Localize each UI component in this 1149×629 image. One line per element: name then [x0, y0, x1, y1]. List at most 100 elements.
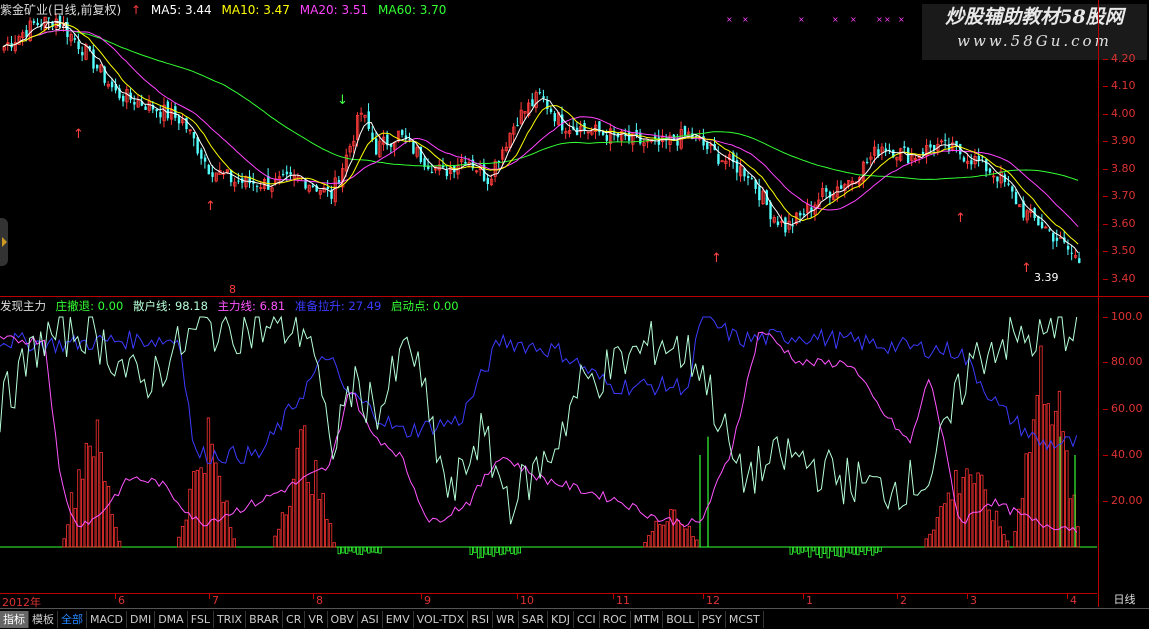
- candle: [546, 95, 549, 115]
- date-label: 11: [613, 594, 630, 607]
- candle: [162, 97, 166, 128]
- candle: [884, 142, 888, 157]
- candle: [806, 198, 810, 219]
- tab-dma[interactable]: DMA: [155, 610, 188, 628]
- date-label: 6: [115, 594, 125, 607]
- main-force-line: [0, 331, 1078, 533]
- ma20-line: [2, 29, 1079, 228]
- indicator-legend: 发现主力 庄撤退: 0.00 散户线: 98.18 主力线: 6.81 准备拉升…: [0, 299, 465, 313]
- tab-obv[interactable]: OBV: [328, 610, 358, 628]
- tab-roc[interactable]: ROC: [600, 610, 631, 628]
- volume-bar: [976, 472, 980, 548]
- tab-macd[interactable]: MACD: [87, 610, 127, 628]
- volume-bar: [84, 442, 88, 548]
- candle: [668, 132, 672, 153]
- neg-bar: [499, 546, 503, 556]
- candle: [367, 103, 370, 132]
- tab-fsl[interactable]: FSL: [188, 610, 214, 628]
- x-marker-icon: ×: [884, 15, 891, 24]
- neg-bar: [811, 546, 816, 552]
- period-selector[interactable]: 日线: [1098, 593, 1149, 607]
- indicator-tick: 100.0: [1103, 310, 1143, 323]
- tab-rsi[interactable]: RSI: [468, 610, 494, 628]
- legend-prepare-rise: 准备拉升: 27.49: [294, 299, 382, 313]
- volume-bar: [946, 492, 951, 548]
- candle: [348, 143, 352, 158]
- candle: [1052, 230, 1055, 250]
- neg-bar: [815, 546, 819, 556]
- tab-asi[interactable]: ASI: [358, 610, 383, 628]
- volume-bar: [284, 514, 288, 548]
- volume-bar: [998, 526, 1002, 548]
- candle: [895, 156, 899, 168]
- indicator-chart[interactable]: [0, 297, 1097, 593]
- candle: [181, 114, 185, 126]
- neg-bar: [341, 546, 345, 554]
- candle: [516, 117, 519, 127]
- tab-psy[interactable]: PSY: [699, 610, 726, 628]
- tab-mtm[interactable]: MTM: [631, 610, 664, 628]
- candle: [925, 138, 929, 164]
- price-tick: 3.60: [1103, 217, 1144, 230]
- tab-模板[interactable]: 模板: [29, 610, 58, 628]
- neg-bar: [514, 546, 518, 555]
- candle: [791, 218, 795, 234]
- volume-bar: [1054, 410, 1058, 548]
- x-marker-icon: ×: [850, 15, 857, 24]
- expand-panel-button[interactable]: [0, 218, 8, 266]
- candle: [486, 173, 489, 191]
- tab-vr[interactable]: VR: [305, 610, 328, 628]
- candle: [207, 163, 210, 175]
- candle: [1018, 204, 1022, 208]
- candle: [453, 165, 456, 179]
- date-axis: 2012年 6 7 8 9 10 11 12 1 2 3 4: [0, 593, 1097, 609]
- neg-bar: [848, 546, 853, 554]
- tab-emv[interactable]: EMV: [383, 610, 414, 628]
- retail-line: [0, 315, 1078, 525]
- neg-bar: [370, 546, 375, 553]
- tab-wr[interactable]: WR: [493, 610, 519, 628]
- tab-全部[interactable]: 全部: [58, 610, 87, 628]
- neg-bar: [856, 546, 860, 556]
- tab-mcst[interactable]: MCST: [726, 610, 764, 628]
- neg-bar: [337, 546, 341, 555]
- candle: [270, 185, 274, 199]
- tab-dmi[interactable]: DMI: [127, 610, 156, 628]
- volume-bar: [1024, 453, 1028, 548]
- candle: [1055, 229, 1059, 247]
- candle: [307, 184, 311, 194]
- stock-title: 紫金矿业(日线,前复权): [0, 3, 122, 17]
- neg-bar: [800, 546, 804, 553]
- tab-boll[interactable]: BOLL: [663, 610, 699, 628]
- tab-cci[interactable]: CCI: [574, 610, 600, 628]
- tab-sar[interactable]: SAR: [519, 610, 549, 628]
- volume-bar: [1065, 450, 1069, 548]
- tab-kdj[interactable]: KDJ: [548, 610, 574, 628]
- volume-bar: [88, 445, 92, 548]
- tab-trix[interactable]: TRIX: [214, 610, 247, 628]
- neg-bar: [797, 546, 801, 555]
- tab-brar[interactable]: BRAR: [246, 610, 284, 628]
- candle: [910, 148, 914, 167]
- volume-bar: [114, 526, 118, 548]
- volume-bar: [1031, 419, 1036, 548]
- date-label: 3: [967, 594, 977, 607]
- volume-bar: [987, 509, 991, 548]
- volume-bar: [332, 542, 336, 548]
- candle: [1078, 251, 1081, 264]
- x-marker-icon: ×: [726, 15, 733, 24]
- tab-vol-tdx[interactable]: VOL-TDX: [414, 610, 469, 628]
- volume-bar: [932, 529, 936, 548]
- volume-bar: [273, 535, 277, 548]
- volume-bar: [321, 492, 325, 548]
- volume-bar: [206, 417, 211, 548]
- marker-8: 8: [229, 283, 236, 296]
- volume-bar: [1061, 431, 1065, 548]
- tab-cr[interactable]: CR: [283, 610, 306, 628]
- volume-bar: [1039, 345, 1043, 548]
- volume-bar: [62, 538, 66, 548]
- candle: [445, 165, 449, 180]
- candle: [222, 171, 226, 180]
- x-marker-icon: ×: [876, 15, 883, 24]
- tab-指标[interactable]: 指标: [0, 610, 29, 628]
